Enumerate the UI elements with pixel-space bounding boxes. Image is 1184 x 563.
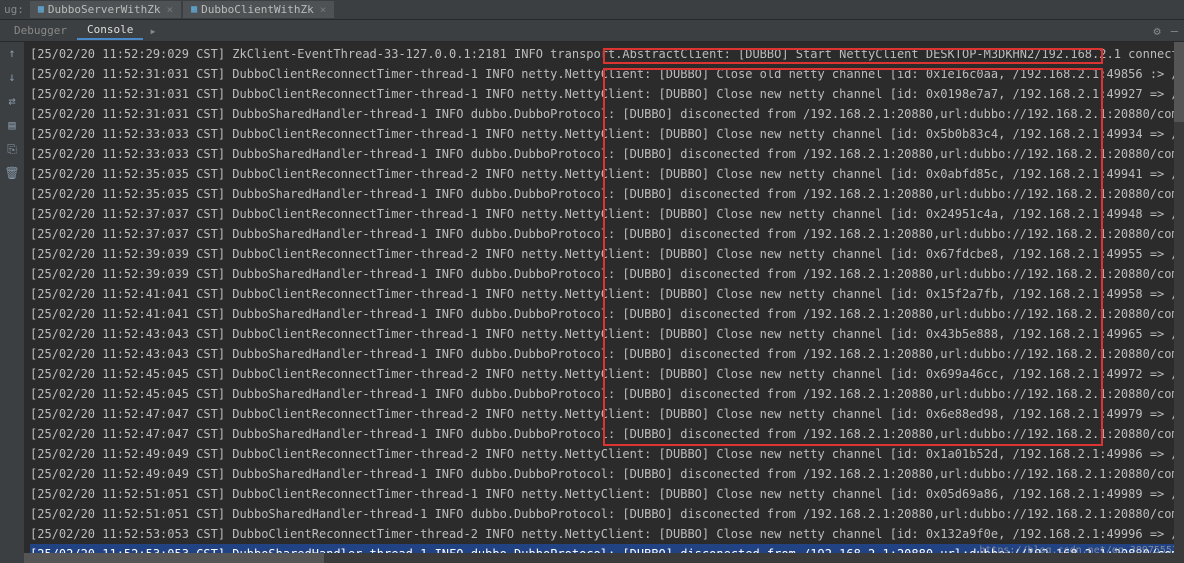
log-line[interactable]: [25/02/20 11:52:31:031 CST] DubboSharedH… xyxy=(30,104,1178,124)
horizontal-scroll-thumb[interactable] xyxy=(24,553,324,563)
horizontal-scrollbar[interactable] xyxy=(24,553,1174,563)
editor-tabs-bar: ug: ▦ DubboServerWithZk × ▦ DubboClientW… xyxy=(0,0,1184,20)
log-line[interactable]: [25/02/20 11:52:51:051 CST] DubboClientR… xyxy=(30,484,1178,504)
console-gutter: ↑ ↓ ⇄ ▤ ⎘ 🗑 xyxy=(0,42,24,563)
log-line[interactable]: [25/02/20 11:52:41:041 CST] DubboClientR… xyxy=(30,284,1178,304)
vertical-scrollbar[interactable] xyxy=(1174,42,1184,563)
settings-icon[interactable]: ⚙ xyxy=(1154,24,1161,38)
debug-sub-bar: Debugger Console ▸ ⚙ — xyxy=(0,20,1184,42)
close-icon[interactable]: × xyxy=(320,3,327,16)
log-line[interactable]: [25/02/20 11:52:39:039 CST] DubboClientR… xyxy=(30,244,1178,264)
log-line[interactable]: [25/02/20 11:52:45:045 CST] DubboSharedH… xyxy=(30,384,1178,404)
log-line[interactable]: [25/02/20 11:52:47:047 CST] DubboSharedH… xyxy=(30,424,1178,444)
run-config-icon: ▦ xyxy=(38,4,44,15)
tab-label: DubboServerWithZk xyxy=(48,3,161,16)
log-line[interactable]: [25/02/20 11:52:49:049 CST] DubboSharedH… xyxy=(30,464,1178,484)
log-line[interactable]: [25/02/20 11:52:39:039 CST] DubboSharedH… xyxy=(30,264,1178,284)
log-line[interactable]: [25/02/20 11:52:49:049 CST] DubboClientR… xyxy=(30,444,1178,464)
vertical-scroll-thumb[interactable] xyxy=(1174,42,1184,122)
console-output[interactable]: [25/02/20 11:52:29:029 CST] ZkClient-Eve… xyxy=(24,42,1184,563)
log-line[interactable]: [25/02/20 11:52:45:045 CST] DubboClientR… xyxy=(30,364,1178,384)
log-line[interactable]: [25/02/20 11:52:33:033 CST] DubboSharedH… xyxy=(30,144,1178,164)
tab-label: DubboClientWithZk xyxy=(201,3,314,16)
log-line[interactable]: [25/02/20 11:52:37:037 CST] DubboSharedH… xyxy=(30,224,1178,244)
log-line[interactable]: [25/02/20 11:52:31:031 CST] DubboClientR… xyxy=(30,84,1178,104)
up-icon[interactable]: ↑ xyxy=(4,46,20,62)
tab-server[interactable]: ▦ DubboServerWithZk × xyxy=(30,1,181,18)
log-line[interactable]: [25/02/20 11:52:43:043 CST] DubboSharedH… xyxy=(30,344,1178,364)
run-config-icon: ▦ xyxy=(191,4,197,15)
label-prefix: ug: xyxy=(4,3,30,16)
tab-client[interactable]: ▦ DubboClientWithZk × xyxy=(183,1,334,18)
main-area: ↑ ↓ ⇄ ▤ ⎘ 🗑 [25/02/20 11:52:29:029 CST] … xyxy=(0,42,1184,563)
log-line[interactable]: [25/02/20 11:52:35:035 CST] DubboClientR… xyxy=(30,164,1178,184)
log-line[interactable]: [25/02/20 11:52:35:035 CST] DubboSharedH… xyxy=(30,184,1178,204)
chevron-right-icon[interactable]: ▸ xyxy=(143,24,162,38)
wrap-icon[interactable]: ⇄ xyxy=(4,94,20,110)
console-tab[interactable]: Console xyxy=(77,21,143,40)
log-line[interactable]: [25/02/20 11:52:31:031 CST] DubboClientR… xyxy=(30,64,1178,84)
log-line[interactable]: [25/02/20 11:52:37:037 CST] DubboClientR… xyxy=(30,204,1178,224)
log-line[interactable]: [25/02/20 11:52:33:033 CST] DubboClientR… xyxy=(30,124,1178,144)
log-line[interactable]: [25/02/20 11:52:51:051 CST] DubboSharedH… xyxy=(30,504,1178,524)
down-icon[interactable]: ↓ xyxy=(4,70,20,86)
trash-icon[interactable]: 🗑 xyxy=(4,166,20,182)
log-line[interactable]: [25/02/20 11:52:47:047 CST] DubboClientR… xyxy=(30,404,1178,424)
minimize-icon[interactable]: — xyxy=(1171,24,1178,38)
close-icon[interactable]: × xyxy=(167,3,174,16)
print-icon[interactable]: ⎘ xyxy=(4,142,20,158)
log-line[interactable]: [25/02/20 11:52:29:029 CST] ZkClient-Eve… xyxy=(30,44,1178,64)
log-line[interactable]: [25/02/20 11:52:41:041 CST] DubboSharedH… xyxy=(30,304,1178,324)
log-line[interactable]: [25/02/20 11:52:43:043 CST] DubboClientR… xyxy=(30,324,1178,344)
scroll-icon[interactable]: ▤ xyxy=(4,118,20,134)
debugger-tab[interactable]: Debugger xyxy=(4,22,77,39)
